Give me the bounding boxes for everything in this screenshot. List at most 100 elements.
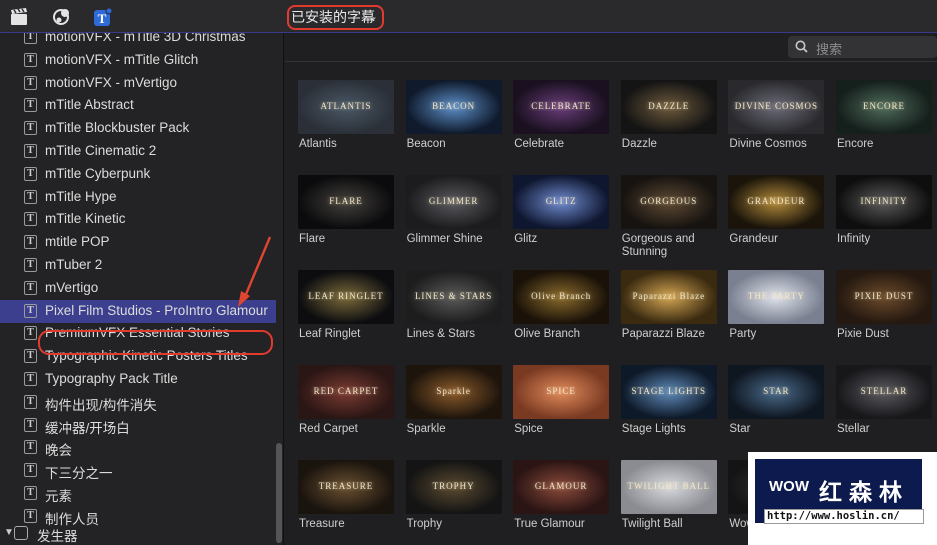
sidebar-item[interactable]: TmotionVFX - mTitle Glitch — [0, 49, 276, 72]
sidebar-item[interactable]: T 缓冲器/开场白 — [0, 414, 276, 437]
title-tile-label: Twilight Ball — [621, 518, 683, 530]
title-tile-label: Trophy — [406, 518, 442, 530]
title-thumbnail[interactable]: TROPHY — [405, 460, 502, 514]
title-thumbnail[interactable]: GLITZ — [513, 175, 610, 229]
title-thumbnail[interactable]: GORGEOUS — [620, 175, 717, 229]
search-field[interactable]: 搜索 — [788, 36, 937, 58]
thumbnail-caption: GORGEOUS — [640, 196, 698, 206]
thumbnail-caption: GLIMMER — [428, 196, 479, 206]
title-tile-label: Party — [729, 328, 757, 340]
sidebar-item-label: 下三分之一 — [45, 466, 113, 482]
title-thumbnail[interactable]: THE PARTY — [728, 270, 825, 324]
title-thumbnail[interactable]: Olive Branch — [513, 270, 610, 324]
sidebar-item[interactable]: T 下三分之一 — [0, 459, 276, 482]
title-thumbnail[interactable]: Paparazzi Blaze — [620, 270, 717, 324]
title-thumbnail[interactable]: GLIMMER — [405, 175, 502, 229]
title-thumbnail[interactable]: TWILIGHT BALL — [620, 460, 717, 514]
title-tile-label: Beacon — [406, 138, 446, 150]
sidebar-scrollbar[interactable] — [276, 443, 282, 543]
sidebar-item[interactable]: TmTitle Abstract — [0, 94, 276, 117]
sidebar-item-label: motionVFX - mVertigo — [45, 74, 178, 90]
title-thumbnail[interactable]: LINES & STARS — [405, 270, 502, 324]
library-select[interactable]: 已安装的字幕 ⌃⌄ — [287, 5, 384, 30]
title-tile-label: Olive Branch — [514, 328, 581, 340]
thumbnail-caption: ENCORE — [863, 101, 905, 111]
title-thumbnail[interactable]: Sparkle — [405, 365, 502, 419]
title-thumbnail[interactable]: BEACON — [405, 80, 502, 134]
sidebar-item[interactable]: T 晚会 — [0, 436, 276, 459]
title-thumbnail[interactable]: ATLANTIS — [298, 80, 394, 134]
thumbnail-caption: DAZZLE — [648, 101, 690, 111]
sidebar-item-generators[interactable]: ▼ 发生器 — [0, 523, 276, 545]
title-item-icon: T — [24, 349, 37, 364]
sidebar-item-label: 元素 — [45, 489, 72, 504]
title-tile-label: Glimmer Shine — [406, 233, 483, 245]
sidebar-item[interactable]: TmTitle Cyberpunk — [0, 163, 276, 186]
title-thumbnail[interactable]: STAR — [728, 365, 825, 419]
title-thumbnail[interactable]: SPICE — [513, 365, 610, 419]
title-item-icon: T — [24, 326, 37, 341]
sidebar-item[interactable]: T 构件出现/构件消失 — [0, 391, 276, 414]
title-thumbnail[interactable]: PIXIE DUST — [836, 270, 932, 324]
thumbnail-caption: GRANDEUR — [747, 196, 806, 206]
disclosure-triangle-icon[interactable]: ▼ — [4, 527, 14, 538]
title-thumbnail[interactable]: CELEBRATE — [513, 80, 610, 134]
title-tile-label: Star — [729, 423, 751, 435]
thumbnail-caption: SPICE — [546, 386, 576, 396]
title-item-icon: T — [24, 166, 37, 181]
title-tile-label: Pixie Dust — [837, 328, 889, 340]
thumbnail-caption: CELEBRATE — [531, 101, 592, 111]
title-thumbnail[interactable]: DIVINE COSMOS — [728, 80, 825, 134]
sidebar-item-label: mtitle POP — [45, 234, 110, 250]
thumbnail-caption: STAGE LIGHTS — [631, 386, 707, 396]
sidebar: TmotionVFX - mTitle 3D Christmas TmotionV… — [0, 33, 284, 545]
title-item-icon: T — [24, 417, 37, 432]
sidebar-item-label: mTitle Kinetic — [45, 211, 126, 227]
music-photo-icon[interactable] — [52, 7, 72, 27]
title-thumbnail[interactable]: LEAF RINGLET — [298, 270, 394, 324]
thumbnail-caption: Paparazzi Blaze — [632, 291, 706, 301]
title-thumbnail[interactable]: STAGE LIGHTS — [620, 365, 717, 419]
title-tile-label: Encore — [837, 138, 874, 150]
title-item-icon: T — [24, 280, 37, 295]
title-thumbnail[interactable]: FLARE — [298, 175, 394, 229]
sidebar-item[interactable]: T Typographic Kinetic Posters Titles — [0, 345, 276, 368]
thumbnail-caption: GLITZ — [545, 196, 577, 206]
title-tile-label: Spice — [514, 423, 543, 435]
title-tile-label: Glitz — [514, 233, 538, 245]
sidebar-item[interactable]: TmTitle Blockbuster Pack — [0, 117, 276, 140]
sidebar-item[interactable]: T 元素 — [0, 482, 276, 505]
sidebar-item[interactable]: TmTitle Cinematic 2 — [0, 140, 276, 163]
sidebar-item[interactable]: T PremiumVFX Essential Stories — [0, 322, 276, 345]
title-thumbnail[interactable]: INFINITY — [836, 175, 932, 229]
sidebar-item[interactable]: TmTitle Hype — [0, 186, 276, 209]
title-thumbnail[interactable]: TREASURE — [298, 460, 394, 514]
title-tile-label: Red Carpet — [299, 423, 358, 435]
title-item-icon: T — [24, 33, 37, 44]
sidebar-item[interactable]: T Typography Pack Title — [0, 368, 276, 391]
title-thumbnail[interactable]: GLAMOUR — [513, 460, 610, 514]
sidebar-item[interactable]: TmotionVFX - mVertigo — [0, 72, 276, 95]
search-icon — [795, 40, 808, 53]
thumbnail-caption: INFINITY — [860, 196, 908, 206]
title-tile-label: Treasure — [299, 518, 345, 530]
title-thumbnail[interactable]: STELLAR — [836, 365, 932, 419]
thumbnail-caption: LEAF RINGLET — [308, 291, 384, 301]
thumbnail-caption: Olive Branch — [531, 291, 592, 301]
title-tile-label: Infinity — [837, 233, 871, 245]
search-input[interactable]: 搜索 — [816, 39, 842, 58]
sidebar-item-label: 发生器 — [37, 529, 78, 544]
title-thumbnail[interactable]: ENCORE — [836, 80, 932, 134]
title-thumbnail[interactable]: DAZZLE — [620, 80, 717, 134]
sidebar-item[interactable]: TmotionVFX - mTitle 3D Christmas — [0, 33, 276, 49]
title-thumbnail[interactable]: GRANDEUR — [728, 175, 825, 229]
thumbnail-caption: ATLANTIS — [320, 101, 372, 111]
sidebar-item-label: mTitle Blockbuster Pack — [45, 120, 190, 136]
thumbnail-caption: FLARE — [329, 196, 363, 206]
clapper-icon[interactable] — [9, 7, 29, 27]
sidebar-item[interactable]: TmTitle Kinetic — [0, 208, 276, 231]
title-thumbnail[interactable]: RED CARPET — [298, 365, 394, 419]
watermark-brand: WOW — [769, 478, 809, 495]
titles-generators-icon[interactable]: T — [93, 7, 113, 27]
title-item-icon: T — [24, 440, 37, 455]
